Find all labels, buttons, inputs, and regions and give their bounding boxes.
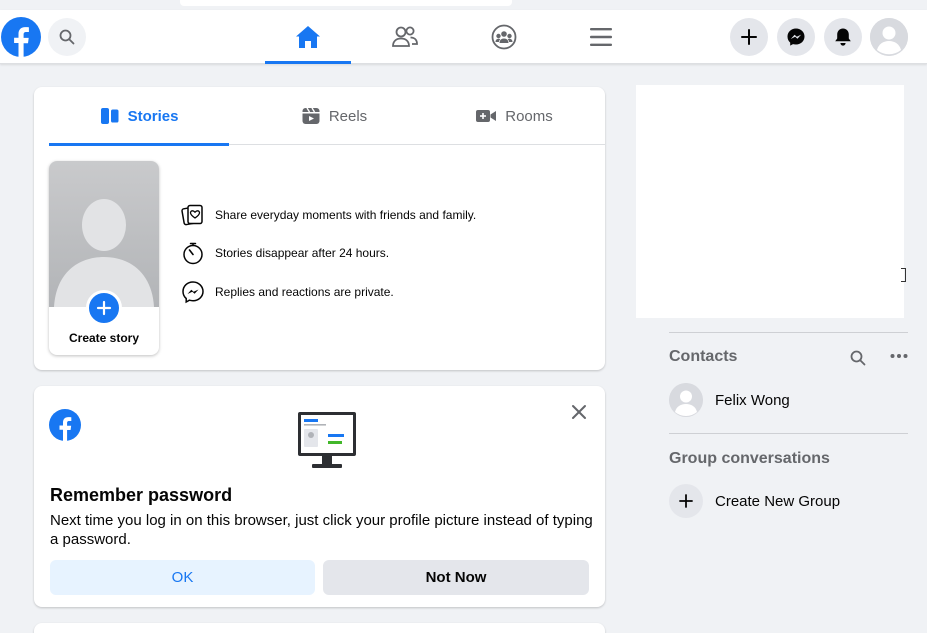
contacts-options-button[interactable]: [888, 345, 910, 367]
contacts-title: Contacts: [669, 348, 738, 365]
plus-icon: [669, 484, 703, 518]
stopwatch-icon: [181, 241, 205, 265]
nav-tab-friends[interactable]: [362, 10, 448, 64]
messenger-icon: [181, 280, 205, 304]
story-feature-private-text: Replies and reactions are private.: [215, 285, 394, 299]
contact-name: Felix Wong: [715, 391, 790, 409]
tab-rooms-label: Rooms: [505, 107, 553, 125]
stories-card: Stories Reels Rooms Create story Share e…: [34, 87, 605, 370]
story-placeholder-photo: [49, 161, 159, 307]
video-icon: [475, 108, 497, 124]
next-feed-card: [34, 623, 605, 633]
sponsored-placeholder: [636, 85, 904, 318]
story-feature-disappear: Stories disappear after 24 hours.: [181, 240, 389, 266]
nav-tab-home[interactable]: [265, 10, 351, 64]
not-now-button[interactable]: Not Now: [323, 560, 589, 595]
story-feature-share: Share everyday moments with friends and …: [181, 202, 476, 228]
contacts-divider: [669, 332, 908, 333]
create-button[interactable]: [730, 18, 768, 56]
nav-tab-groups[interactable]: [461, 10, 547, 64]
more-options-icon: [890, 353, 908, 359]
bell-icon: [834, 27, 852, 47]
nav-tab-menu[interactable]: [558, 10, 644, 64]
create-story-plus-button[interactable]: [86, 290, 122, 326]
profile-button[interactable]: [870, 18, 908, 56]
messenger-icon: [786, 27, 806, 47]
remember-password-title: Remember password: [50, 485, 233, 505]
contacts-search-button[interactable]: [847, 347, 869, 369]
monitor-illustration-icon: [296, 410, 358, 470]
remember-password-card: Remember password Next time you log in o…: [34, 386, 605, 607]
stories-icon: [100, 107, 120, 125]
remember-password-body: Next time you log in on this browser, ju…: [50, 512, 593, 548]
story-feature-share-text: Share everyday moments with friends and …: [215, 208, 477, 222]
search-button[interactable]: [48, 18, 86, 56]
tab-reels[interactable]: Reels: [244, 87, 424, 145]
tab-stories-label: Stories: [127, 107, 179, 125]
tab-rooms[interactable]: Rooms: [424, 87, 604, 145]
close-icon: [571, 404, 587, 420]
ok-button[interactable]: OK: [50, 560, 315, 595]
plus-icon: [740, 28, 758, 46]
friends-icon: [391, 25, 419, 49]
group-conversations-title: Group conversations: [669, 450, 830, 467]
photos-heart-icon: [181, 203, 205, 227]
search-icon: [59, 29, 75, 45]
notifications-button[interactable]: [824, 18, 862, 56]
groups-icon: [491, 24, 517, 50]
reels-icon: [301, 106, 321, 126]
contact-item[interactable]: Felix Wong: [669, 382, 790, 418]
create-story-tile[interactable]: Create story: [49, 161, 159, 355]
story-feature-private: Replies and reactions are private.: [181, 279, 394, 305]
browser-top-strip: [0, 0, 927, 10]
menu-icon: [589, 26, 613, 48]
create-new-group-button[interactable]: Create New Group: [669, 483, 840, 519]
top-navigation-bar: [0, 10, 927, 64]
facebook-logo-icon[interactable]: [1, 17, 41, 57]
story-feature-disappear-text: Stories disappear after 24 hours.: [215, 246, 390, 260]
create-story-label: Create story: [68, 331, 140, 345]
bracket-mark-icon: [901, 268, 906, 282]
avatar: [669, 383, 703, 417]
group-conversations-divider: [669, 433, 908, 434]
stories-tab-bar: Stories Reels Rooms: [49, 87, 605, 146]
facebook-logo-icon: [49, 409, 81, 441]
tab-stories[interactable]: Stories: [49, 87, 229, 146]
create-new-group-label: Create New Group: [715, 492, 841, 510]
close-button[interactable]: [568, 401, 590, 423]
plus-icon: [96, 300, 112, 316]
search-icon: [850, 350, 866, 366]
messenger-button[interactable]: [777, 18, 815, 56]
tab-reels-label: Reels: [328, 107, 368, 125]
profile-avatar-icon: [870, 18, 908, 56]
home-icon: [295, 25, 321, 49]
browser-tab-shade: [180, 0, 512, 6]
